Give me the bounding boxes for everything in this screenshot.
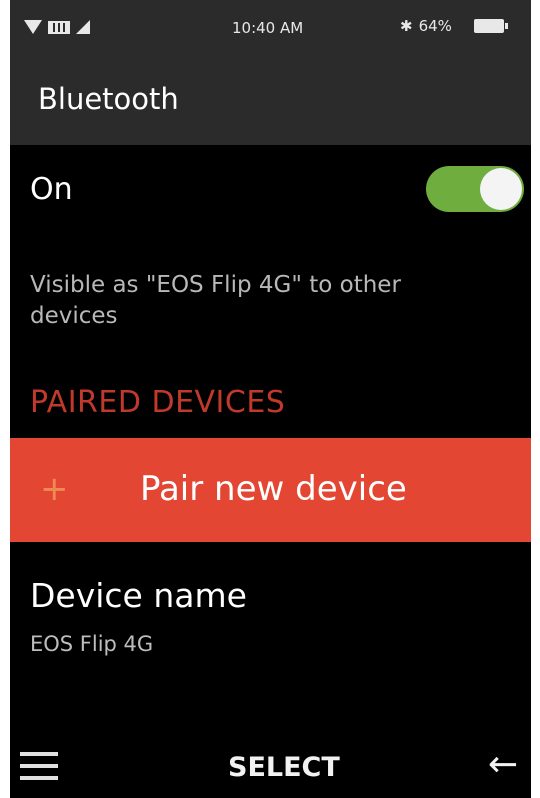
toggle-knob	[480, 168, 522, 210]
menu-icon[interactable]	[20, 752, 58, 782]
header: Bluetooth	[10, 60, 531, 145]
status-bar: 10:40 AM ✱ 64%	[10, 0, 531, 60]
bluetooth-icon: ✱	[400, 17, 413, 35]
back-arrow-icon[interactable]: ←	[488, 744, 518, 785]
wifi-icon	[24, 20, 42, 34]
bluetooth-toggle-row[interactable]: On	[10, 145, 531, 235]
signal-icon	[76, 20, 90, 34]
paired-devices-heading: PAIRED DEVICES	[30, 385, 286, 420]
pair-new-device-label: Pair new device	[140, 469, 407, 509]
lte-icon	[48, 20, 70, 34]
plus-icon: +	[40, 469, 69, 509]
status-time: 10:40 AM	[232, 19, 304, 37]
battery-percentage: 64%	[418, 17, 452, 35]
status-left-icons	[24, 20, 90, 34]
bluetooth-toggle-switch[interactable]	[426, 166, 524, 212]
status-right-icons: ✱ 64%	[400, 17, 508, 35]
toggle-label: On	[30, 172, 73, 207]
device-name-title: Device name	[30, 576, 247, 615]
select-softkey[interactable]: SELECT	[228, 752, 340, 783]
softkey-bar: SELECT ←	[10, 730, 531, 798]
device-name-value: EOS Flip 4G	[30, 632, 154, 656]
pair-new-device-item[interactable]: + Pair new device	[10, 438, 531, 542]
battery-icon	[473, 19, 508, 33]
phone-screen: 10:40 AM ✱ 64% Bluetooth On Visible as "…	[10, 0, 531, 798]
page-title: Bluetooth	[38, 82, 179, 116]
visibility-description: Visible as "EOS Flip 4G" to other device…	[30, 272, 401, 329]
